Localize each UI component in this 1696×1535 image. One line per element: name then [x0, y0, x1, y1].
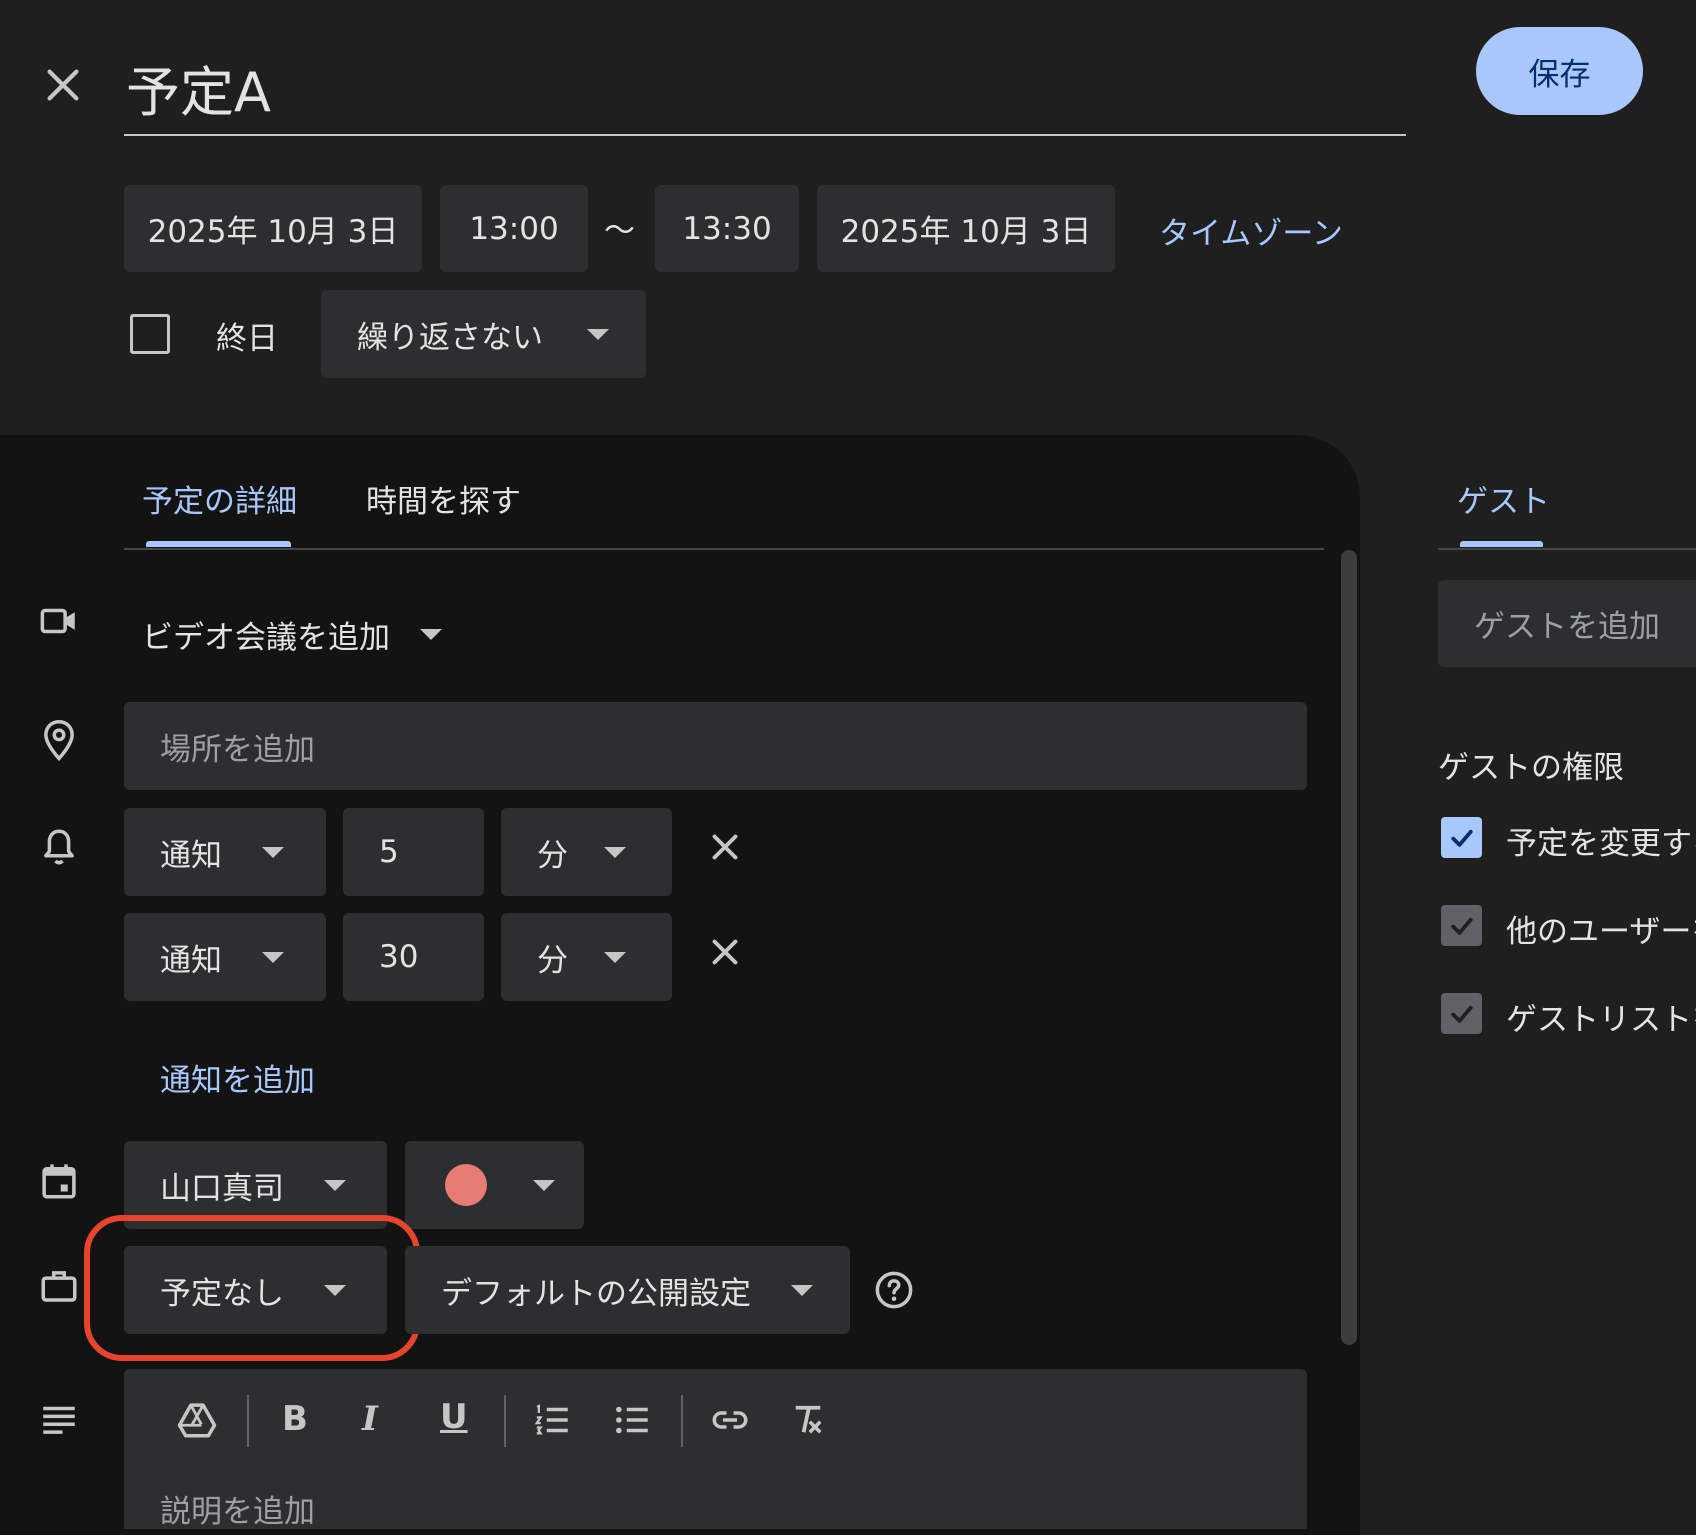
guest-permissions-title: ゲストの権限: [1438, 750, 1624, 786]
availability-highlight: [84, 1215, 420, 1361]
location-icon: [38, 718, 80, 764]
add-notification-link[interactable]: 通知を追加: [160, 1055, 315, 1100]
remove-notification-icon[interactable]: [704, 931, 746, 973]
notification-type-text: 通知: [160, 942, 222, 979]
visibility-text: デフォルトの公開設定: [441, 1275, 751, 1312]
description-editor[interactable]: B I U 説明を追加: [124, 1369, 1307, 1530]
notification-unit-text: 分: [537, 942, 568, 979]
video-conference-button[interactable]: ビデオ会議を追加: [142, 612, 442, 657]
bell-icon: [38, 826, 80, 868]
notification-type-dropdown[interactable]: 通知: [124, 913, 326, 1001]
chevron-down-icon: [533, 1179, 555, 1191]
event-color-dropdown[interactable]: [405, 1141, 584, 1229]
notification-type-text: 通知: [160, 837, 222, 874]
toolbar-divider: [247, 1395, 249, 1447]
visibility-dropdown[interactable]: デフォルトの公開設定: [405, 1246, 850, 1334]
notification-value-input[interactable]: 5: [343, 808, 484, 896]
chevron-down-icon: [420, 629, 442, 640]
notification-value-input[interactable]: 30: [343, 913, 484, 1001]
location-placeholder: 場所を追加: [160, 731, 315, 768]
location-input[interactable]: 場所を追加: [124, 702, 1307, 790]
permission-label-see-guests: ゲストリストを: [1506, 1002, 1696, 1038]
notification-type-dropdown[interactable]: 通知: [124, 808, 326, 896]
video-conference-label: ビデオ会議を追加: [142, 620, 390, 656]
description-placeholder: 説明を追加: [160, 1494, 315, 1530]
details-scrollbar[interactable]: [1341, 550, 1357, 1345]
guests-tabs-divider: [1438, 548, 1696, 550]
underline-icon[interactable]: U: [440, 1397, 468, 1437]
calendar-owner-text: 山口真司: [160, 1170, 284, 1207]
chevron-down-icon: [791, 1284, 813, 1296]
add-guest-input[interactable]: ゲストを追加: [1438, 580, 1696, 667]
tab-guests[interactable]: ゲスト: [1457, 476, 1550, 521]
add-guest-placeholder: ゲストを追加: [1474, 609, 1660, 645]
notification-unit-text: 分: [537, 837, 568, 874]
chevron-down-icon: [587, 328, 609, 340]
permission-label-modify: 予定を変更する: [1506, 826, 1696, 862]
chevron-down-icon: [604, 846, 626, 858]
permission-checkbox-modify[interactable]: [1441, 817, 1482, 858]
numbered-list-icon[interactable]: [531, 1399, 573, 1441]
video-icon: [38, 600, 80, 642]
tab-find-time[interactable]: 時間を探す: [366, 476, 521, 521]
notification-value-text: 30: [379, 939, 419, 975]
chevron-down-icon: [604, 951, 626, 963]
notification-unit-dropdown[interactable]: 分: [501, 808, 672, 896]
guests-tab-indicator: [1460, 541, 1543, 547]
drive-icon[interactable]: [176, 1399, 218, 1441]
start-date-text: 2025年 10月 3日: [147, 214, 399, 250]
chevron-down-icon: [262, 846, 284, 858]
chevron-down-icon: [262, 951, 284, 963]
time-separator: 〜: [604, 213, 635, 249]
help-icon[interactable]: [873, 1269, 915, 1311]
notification-value-text: 5: [379, 834, 399, 870]
end-date-field[interactable]: 2025年 10月 3日: [817, 185, 1115, 272]
bulleted-list-icon[interactable]: [611, 1399, 653, 1441]
event-title-text: 予定A: [126, 61, 271, 124]
save-button-label: 保存: [1528, 56, 1591, 93]
notification-unit-dropdown[interactable]: 分: [501, 913, 672, 1001]
permission-checkbox-see-guests[interactable]: [1441, 993, 1482, 1034]
allday-label: 終日: [216, 321, 278, 357]
allday-checkbox[interactable]: [130, 314, 170, 354]
calendar-icon: [38, 1160, 80, 1202]
chevron-down-icon: [324, 1179, 346, 1191]
toolbar-divider: [504, 1395, 506, 1447]
toolbar-divider: [681, 1395, 683, 1447]
save-button[interactable]: 保存: [1476, 27, 1643, 115]
briefcase-icon: [38, 1265, 80, 1307]
clear-formatting-icon[interactable]: [787, 1399, 829, 1441]
bold-icon[interactable]: B: [282, 1399, 308, 1439]
event-color-swatch: [445, 1164, 487, 1206]
link-icon[interactable]: [709, 1399, 751, 1441]
start-time-text: 13:00: [469, 210, 559, 247]
italic-icon[interactable]: I: [362, 1399, 378, 1439]
event-title-input[interactable]: 予定A: [124, 40, 1406, 136]
permission-checkbox-invite[interactable]: [1441, 905, 1482, 946]
description-icon: [38, 1398, 80, 1440]
start-time-field[interactable]: 13:00: [440, 185, 588, 272]
repeat-dropdown-text: 繰り返さない: [357, 319, 543, 356]
end-time-text: 13:30: [682, 210, 772, 247]
remove-notification-icon[interactable]: [704, 826, 746, 868]
end-time-field[interactable]: 13:30: [655, 185, 799, 272]
tab-event-details[interactable]: 予定の詳細: [142, 476, 297, 521]
start-date-field[interactable]: 2025年 10月 3日: [124, 185, 422, 272]
permission-label-invite: 他のユーザーを: [1506, 914, 1696, 950]
end-date-text: 2025年 10月 3日: [840, 214, 1092, 250]
repeat-dropdown[interactable]: 繰り返さない: [321, 290, 646, 378]
tab-active-indicator: [146, 541, 291, 547]
timezone-link[interactable]: タイムゾーン: [1159, 208, 1343, 253]
tabs-divider: [124, 548, 1324, 550]
close-icon[interactable]: [40, 62, 86, 108]
